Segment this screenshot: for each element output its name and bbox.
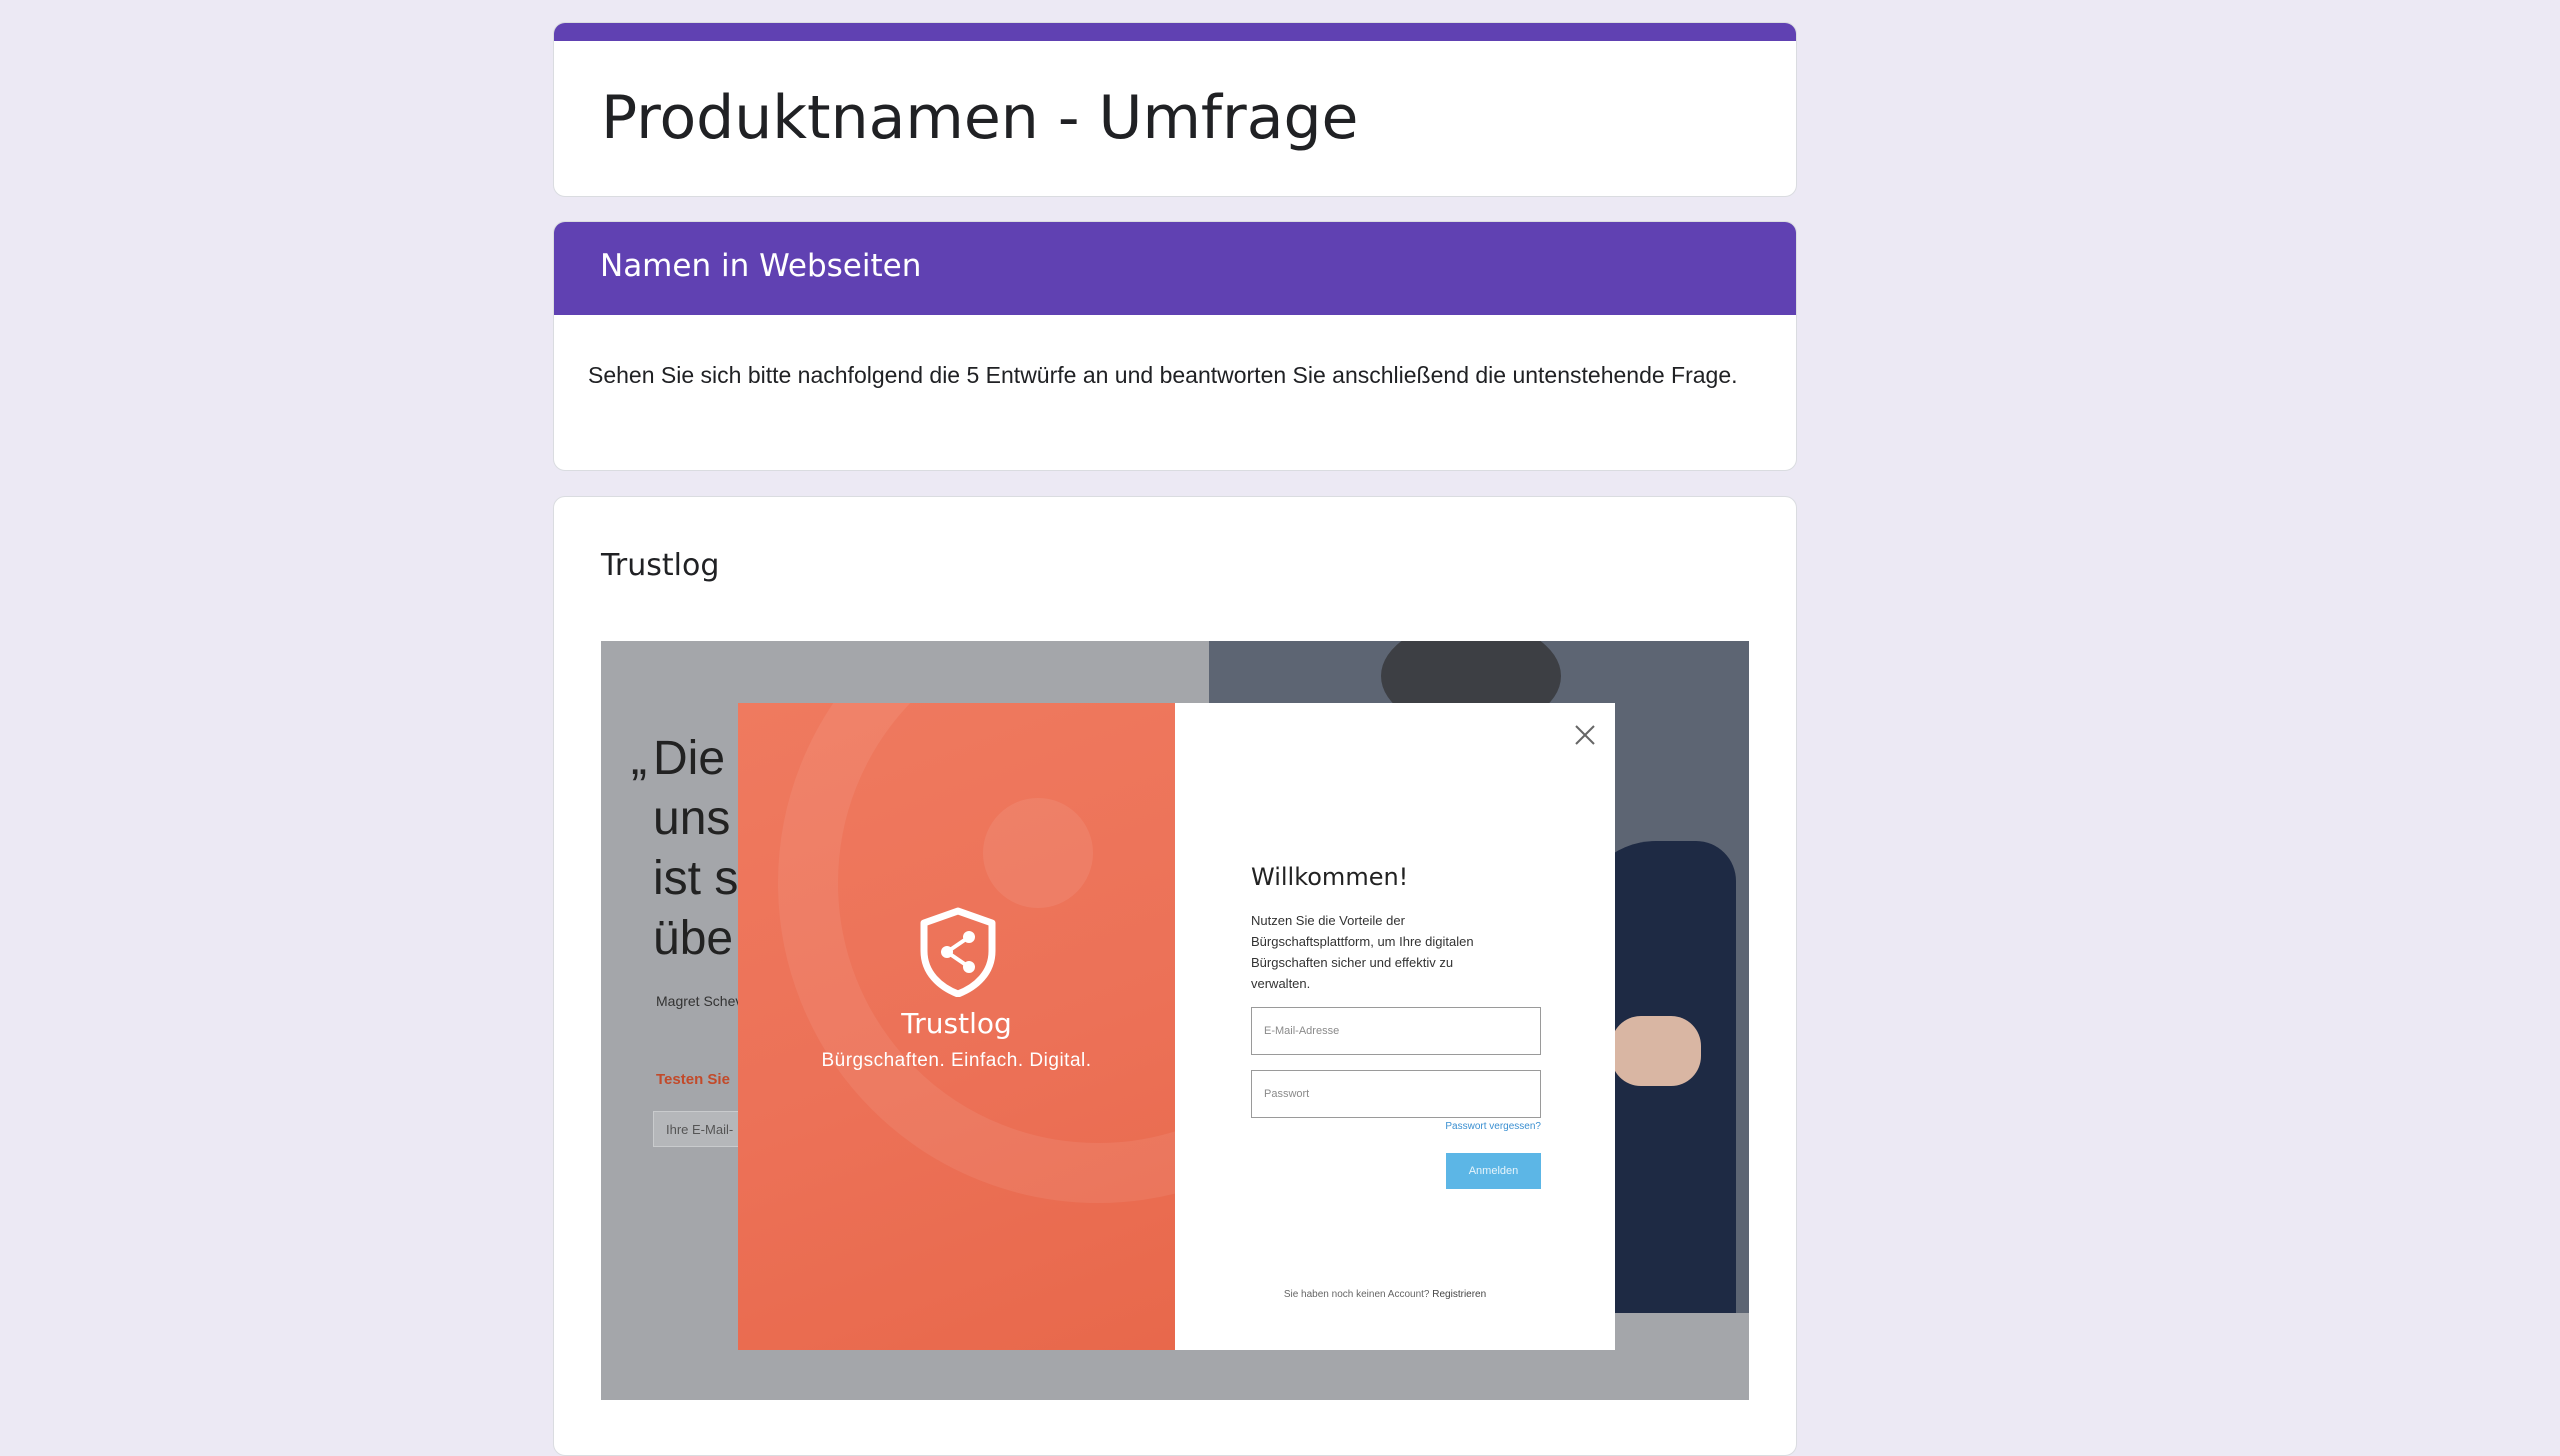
modal-brand-panel: Trustlog Bürgschaften. Einfach. Digital.: [738, 703, 1175, 1350]
close-icon[interactable]: [1572, 722, 1598, 748]
welcome-intro: Nutzen Sie die Vorteile der Bürgschaftsp…: [1251, 913, 1474, 991]
form-title-card: Produktnamen - Umfrage: [553, 22, 1797, 197]
password-field[interactable]: [1251, 1070, 1541, 1118]
section-description: Sehen Sie sich bitte nachfolgend die 5 E…: [588, 362, 1738, 388]
no-account-text: Sie haben noch keinen Account?: [1283, 1289, 1430, 1300]
section-header: Namen in Webseiten: [554, 222, 1796, 315]
person-hand: [1611, 1016, 1701, 1086]
quote-text: Die uns ist s übe: [653, 732, 739, 965]
login-modal: Trustlog Bürgschaften. Einfach. Digital.…: [738, 703, 1615, 1350]
welcome-heading: Willkommen!: [1251, 863, 1409, 891]
quote-author: Magret Schev: [656, 993, 743, 1009]
question-title: Trustlog: [601, 548, 720, 583]
quote-mark: „: [631, 732, 647, 785]
section-title: Namen in Webseiten: [600, 248, 922, 284]
login-button[interactable]: Anmelden: [1446, 1153, 1541, 1189]
background-cta: Testen Sie: [656, 1071, 730, 1088]
brand-name: Trustlog: [901, 1007, 1012, 1040]
register-row: Sie haben noch keinen Account? Registrie…: [1175, 1289, 1595, 1300]
background-email-placeholder: Ihre E-Mail-: [666, 1122, 734, 1137]
question-image: „ Die uns ist s übe Magret Schev Testen …: [601, 641, 1749, 1400]
form-accent-bar: [554, 23, 1796, 41]
email-field[interactable]: [1251, 1007, 1541, 1055]
form-title: Produktnamen - Umfrage: [601, 83, 1359, 153]
section-card: Namen in Webseiten Sehen Sie sich bitte …: [553, 221, 1797, 471]
brand-slogan: Bürgschaften. Einfach. Digital.: [821, 1050, 1092, 1071]
register-link[interactable]: Registrieren: [1432, 1289, 1486, 1300]
forgot-password-link[interactable]: Passwort vergessen?: [1438, 1121, 1541, 1132]
decorative-circle: [983, 798, 1093, 908]
shield-share-icon: [920, 907, 996, 997]
